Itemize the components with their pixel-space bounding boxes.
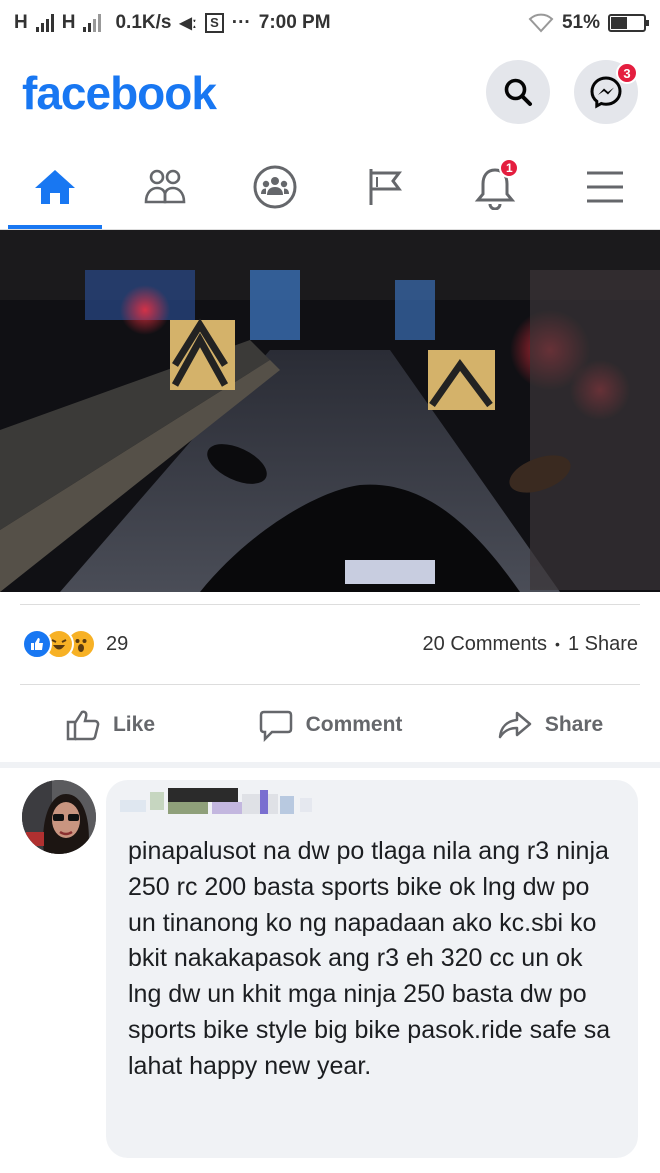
- network-speed: 0.1K/s: [115, 12, 172, 33]
- facebook-logo[interactable]: facebook: [22, 66, 217, 120]
- signal-strength-icon: [35, 14, 54, 32]
- post-stats: 29 20 Comments • 1 Share: [0, 616, 660, 672]
- wifi-icon: [528, 13, 554, 33]
- battery-icon: [608, 14, 649, 32]
- stats-separator: •: [555, 636, 560, 652]
- home-icon: [35, 169, 75, 204]
- signal-label-1: H: [14, 12, 28, 33]
- comment-button[interactable]: Comment: [220, 690, 440, 760]
- tab-pages[interactable]: [330, 144, 440, 229]
- post-photo[interactable]: [0, 230, 660, 592]
- reaction-count: 29: [106, 632, 129, 655]
- tab-home[interactable]: [0, 144, 110, 229]
- main-nav: 1: [0, 144, 660, 230]
- messenger-button[interactable]: 3: [574, 60, 638, 124]
- shares-count-link[interactable]: 1 Share: [568, 633, 638, 656]
- comment-bubble: pinapalusot na dw po tlaga nila ang r3 n…: [106, 780, 638, 1158]
- search-button[interactable]: [486, 60, 550, 124]
- share-button[interactable]: Share: [440, 690, 660, 760]
- app-notification-icon: S: [205, 13, 224, 33]
- share-label: Share: [544, 713, 604, 736]
- like-label: Like: [112, 713, 156, 736]
- mute-icon: ◀ː: [179, 15, 198, 32]
- section-separator: [0, 762, 660, 768]
- comment-label: Comment: [305, 713, 403, 736]
- groups-icon: [253, 165, 297, 208]
- signal-label-2: H: [61, 12, 76, 33]
- commenter-name-redacted[interactable]: [120, 786, 330, 818]
- commenter-avatar-image: [22, 780, 96, 854]
- divider: [20, 604, 640, 605]
- menu-icon: [587, 171, 623, 202]
- battery-fill: [611, 17, 628, 29]
- signal-strength-icon-2: [83, 14, 102, 32]
- toll-gate-photo-image: [0, 230, 660, 592]
- tab-groups[interactable]: [220, 144, 330, 229]
- battery-percent: 51%: [561, 12, 600, 33]
- comment-icon: [259, 710, 292, 742]
- reactions-summary[interactable]: 29: [22, 629, 128, 659]
- search-icon: [504, 78, 532, 106]
- tab-menu[interactable]: [550, 144, 660, 229]
- status-bar: H H 0.1K/s ◀ː S ··· 7:00 PM 51%: [0, 0, 660, 46]
- messenger-badge: 3: [616, 62, 638, 84]
- post-actions: Like Comment Share: [0, 690, 660, 760]
- divider: [20, 684, 640, 685]
- more-icon: ···: [231, 12, 251, 33]
- friends-icon: [144, 169, 186, 203]
- avatar[interactable]: [22, 780, 96, 854]
- clock: 7:00 PM: [258, 12, 331, 33]
- share-icon: [498, 711, 532, 739]
- tab-friends[interactable]: [110, 144, 220, 229]
- like-reaction-icon: [22, 629, 52, 659]
- pages-flag-icon: [369, 168, 402, 205]
- comments-count-link[interactable]: 20 Comments: [423, 633, 548, 656]
- like-button[interactable]: Like: [0, 690, 220, 760]
- tab-notifications[interactable]: 1: [440, 144, 550, 229]
- app-header: facebook 3: [0, 46, 660, 144]
- like-icon: [66, 710, 100, 741]
- comment-text: pinapalusot na dw po tlaga nila ang r3 n…: [128, 837, 611, 1080]
